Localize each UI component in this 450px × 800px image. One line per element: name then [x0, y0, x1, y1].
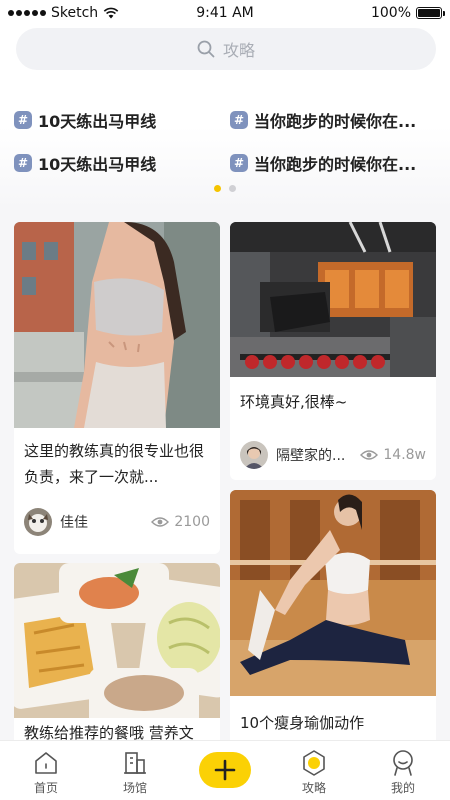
author-name[interactable]: 佳佳	[60, 512, 151, 532]
tab-home[interactable]: 首页	[14, 749, 78, 796]
carousel-dot-active[interactable]	[214, 185, 221, 192]
topic-label: 当你跑步的时候你在...	[254, 111, 417, 131]
tab-venues[interactable]: 场馆	[103, 749, 167, 796]
battery-icon	[416, 7, 445, 19]
building-icon	[124, 752, 146, 774]
bottom-tab-bar: 首页 场馆 攻略 我的	[0, 740, 450, 800]
topic-label: 当你跑步的时候你在...	[254, 154, 417, 174]
hashtag-icon: #	[14, 153, 32, 172]
post-meta: 隔壁家的... 14.8w	[230, 435, 436, 475]
post-card[interactable]: 这里的教练真的很专业也很负责，来了一次就... 佳佳 2100	[14, 222, 220, 554]
eye-icon	[360, 450, 379, 460]
status-bar: Sketch 9:41 AM 100%	[0, 0, 450, 26]
view-count-value: 14.8w	[383, 447, 426, 463]
eye-icon	[151, 517, 170, 527]
post-card[interactable]: 教练给推荐的餐哦 营养文	[14, 563, 220, 763]
post-meta: 佳佳 2100	[14, 502, 220, 542]
topic-list: # 10天练出马甲线 # 当你跑步的时候你在... # 10天练出马甲线 # 当…	[14, 98, 434, 184]
topic-item[interactable]: # 当你跑步的时候你在...	[230, 108, 434, 132]
carousel-dot[interactable]	[229, 185, 236, 192]
search-icon	[197, 40, 215, 58]
profile-icon	[393, 750, 413, 776]
topic-item[interactable]: # 10天练出马甲线	[14, 108, 230, 132]
post-title: 10个瘦身瑜伽动作	[240, 714, 365, 732]
home-icon	[35, 752, 57, 774]
battery-percent: 100%	[370, 5, 411, 21]
avatar[interactable]	[24, 508, 52, 536]
tab-label: 我的	[390, 781, 415, 795]
hashtag-icon: #	[230, 153, 248, 172]
post-title: 这里的教练真的很专业也很负责，来了一次就...	[24, 442, 205, 486]
post-title: 环境真好,很棒~	[240, 393, 348, 411]
add-post-button[interactable]	[199, 752, 251, 788]
topic-label: 10天练出马甲线	[38, 154, 157, 174]
status-right: 100%	[370, 5, 445, 21]
hashtag-icon: #	[230, 110, 248, 129]
post-card[interactable]: 环境真好,很棒~ 隔壁家的... 14.8w	[230, 222, 436, 480]
tab-label: 攻略	[301, 781, 326, 795]
carousel-indicator	[0, 185, 450, 192]
hashtag-icon: #	[14, 110, 32, 129]
post-image-gym	[230, 222, 436, 377]
guide-icon	[303, 750, 325, 776]
tab-label: 场馆	[122, 781, 147, 795]
tab-label: 首页	[33, 781, 58, 795]
post-image-fitness	[14, 222, 220, 428]
post-image-yoga	[230, 490, 436, 696]
avatar[interactable]	[240, 441, 268, 469]
topic-item[interactable]: # 当你跑步的时候你在...	[230, 151, 434, 175]
tab-profile[interactable]: 我的	[371, 749, 435, 796]
view-count: 14.8w	[360, 447, 426, 463]
post-card[interactable]: 10个瘦身瑜伽动作	[230, 490, 436, 750]
search-input[interactable]: 攻略	[16, 28, 436, 70]
author-name[interactable]: 隔壁家的...	[276, 445, 360, 465]
view-count-value: 2100	[174, 514, 210, 530]
view-count: 2100	[151, 514, 210, 530]
post-image-meal	[14, 563, 220, 718]
tab-guides[interactable]: 攻略	[282, 749, 346, 796]
topic-label: 10天练出马甲线	[38, 111, 157, 131]
topic-row: # 10天练出马甲线 # 当你跑步的时候你在...	[14, 141, 434, 184]
search-placeholder: 攻略	[222, 41, 255, 60]
topic-row: # 10天练出马甲线 # 当你跑步的时候你在...	[14, 98, 434, 141]
topic-item[interactable]: # 10天练出马甲线	[14, 151, 230, 175]
plus-icon	[214, 759, 236, 781]
